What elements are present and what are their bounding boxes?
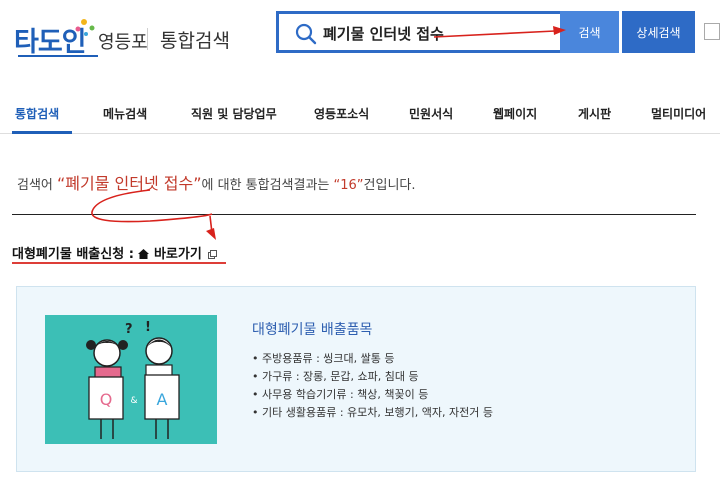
summary-prefix: 검색어 [17, 178, 58, 193]
home-icon [138, 249, 150, 259]
search-input[interactable] [323, 20, 553, 46]
section-title: 대형폐기물 배출신청 : [12, 247, 139, 262]
side-toggle-checkbox[interactable] [704, 23, 720, 40]
search-summary: 검색어 “폐기물 인터넷 접수”에 대한 통합검색결과는 “16”건입니다. [17, 170, 416, 194]
result-card: Q A & ? ! 대형폐기물 배출품목 주방용품류 : 씽크대, 쌀통 등 가… [16, 286, 696, 472]
nav-tab-integrated[interactable]: 통합검색 [15, 105, 59, 122]
thumb-question-mark: ? [125, 322, 133, 337]
thumb-label-a: A [157, 390, 168, 409]
annotation-swoosh [91, 189, 213, 223]
new-window-icon [208, 250, 218, 259]
result-title[interactable]: 대형폐기물 배출품목 [252, 319, 372, 339]
summary-middle: 에 대한 통합검색결과는 [201, 178, 334, 193]
result-item: 주방용품류 : 씽크대, 쌀통 등 [252, 350, 493, 368]
shortcut-link[interactable]: 바로가기 [138, 247, 218, 262]
nav-active-indicator [12, 131, 72, 134]
nav-tab-board[interactable]: 게시판 [578, 105, 611, 122]
summary-suffix: 건입니다. [363, 178, 416, 193]
search-icon [295, 23, 317, 45]
thumb-label-and: & [130, 396, 137, 406]
nav-tab-staff[interactable]: 직원 및 담당업무 [191, 105, 277, 122]
summary-query: “폐기물 인터넷 접수” [57, 174, 202, 193]
search-box: 검색 [276, 11, 619, 53]
nav-tab-news[interactable]: 영등포소식 [314, 105, 369, 122]
shortcut-link-label: 바로가기 [153, 247, 202, 262]
logo-text: 타도인 [14, 27, 87, 58]
thumb-label-q: Q [100, 390, 113, 409]
search-button[interactable]: 검색 [560, 11, 619, 53]
thumb-exclamation: ! [145, 320, 151, 335]
main-nav: 통합검색 메뉴검색 직원 및 담당업무 영등포소식 민원서식 웹페이지 게시판 … [0, 90, 720, 134]
summary-count: “16” [333, 178, 364, 193]
nav-tab-multimedia[interactable]: 멀티미디어 [651, 105, 706, 122]
logo-district: 영등포 [98, 32, 148, 53]
detail-search-button[interactable]: 상세검색 [622, 11, 695, 53]
annotation-arrow-link [209, 215, 213, 234]
summary-divider [12, 214, 696, 215]
nav-tab-webpage[interactable]: 웹페이지 [493, 105, 537, 122]
result-item: 사무용 학습기기류 : 책상, 책꽂이 등 [252, 386, 493, 404]
annotation-arrowhead-link [206, 228, 216, 240]
site-logo[interactable]: 타도인 영등포 통합검색 [14, 14, 249, 62]
result-item: 가구류 : 장롱, 문갑, 쇼파, 침대 등 [252, 368, 493, 386]
page-title: 통합검색 [160, 30, 230, 52]
result-item: 기타 생활용품류 : 유모차, 보행기, 액자, 자전거 등 [252, 404, 493, 422]
section-heading: 대형폐기물 배출신청 : 바로가기 [12, 243, 218, 262]
nav-tab-forms[interactable]: 민원서식 [409, 105, 453, 122]
result-item-list: 주방용품류 : 씽크대, 쌀통 등 가구류 : 장롱, 문갑, 쇼파, 침대 등… [252, 350, 493, 422]
nav-tab-menu[interactable]: 메뉴검색 [103, 105, 147, 122]
logo-divider [147, 28, 148, 50]
result-thumbnail[interactable]: Q A & ? ! [45, 315, 217, 444]
qa-illustration-icon: Q A & ? ! [86, 320, 180, 439]
